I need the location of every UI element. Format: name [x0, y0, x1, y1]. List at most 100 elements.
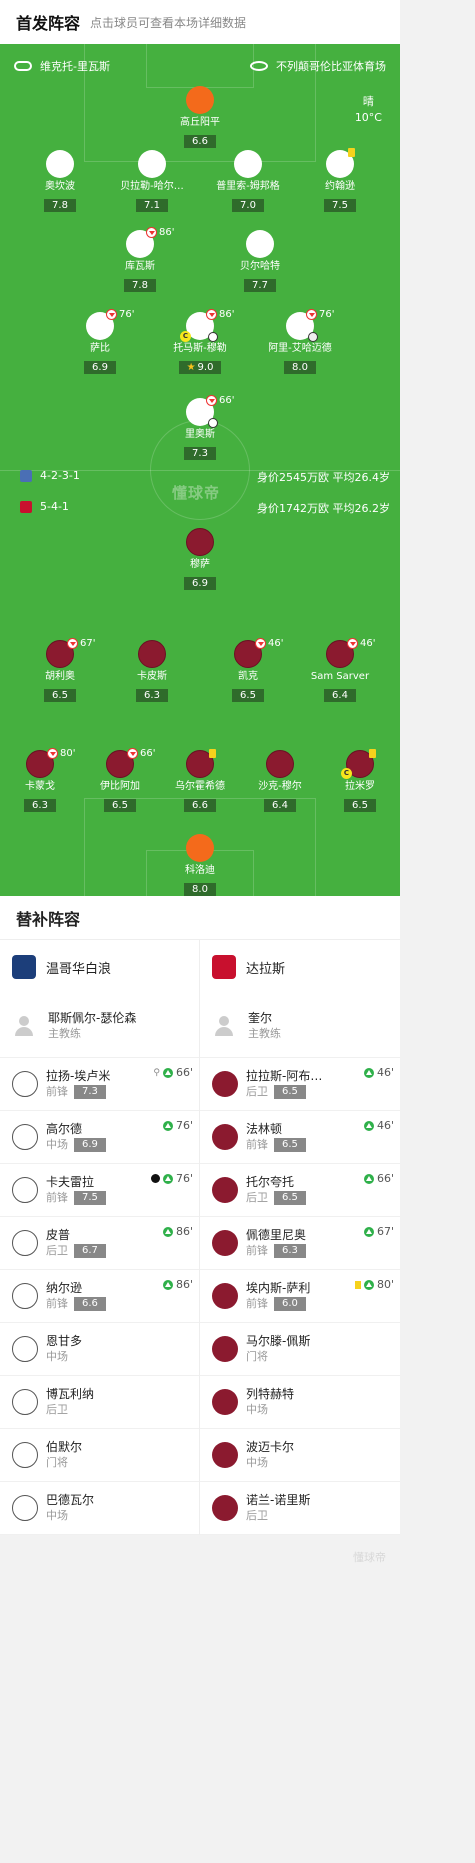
sub-event-badges: 86' — [162, 1225, 193, 1238]
away-sub-row[interactable]: 列特赫特 中场 — [200, 1376, 400, 1429]
player-name: 乌尔霍希德 — [175, 781, 225, 792]
sub-player-position: 前锋 — [46, 1191, 68, 1204]
player-kit-icon: C — [341, 749, 376, 779]
sub-in-minute: 76' — [175, 1119, 193, 1132]
home-player-2[interactable]: 奥坎波 7.8 — [15, 150, 105, 212]
away-player-4[interactable]: 46' 凯克 6.5 — [203, 638, 293, 702]
home-player-3[interactable]: 贝拉勒-哈尔… 7.1 — [107, 150, 197, 212]
home-sub-row[interactable]: 拉扬-埃卢米 前锋 7.3 ⚲ 66' — [0, 1058, 199, 1111]
away-player-5[interactable]: 46' Sam Sarver 6.4 — [295, 638, 385, 702]
home-player-10[interactable]: 76' 阿里-艾哈迈德 8.0 — [255, 309, 345, 374]
player-rating: 6.5 — [232, 689, 264, 702]
sub-player-position: 中场 — [46, 1350, 68, 1363]
away-crest-icon — [212, 955, 236, 979]
away-player-3[interactable]: 卡皮斯 6.3 — [107, 640, 197, 702]
sub-event-badges: 67' — [363, 1225, 394, 1238]
sub-out-badge: 86' — [206, 309, 234, 320]
sub-in-icon — [162, 1120, 173, 1131]
player-rating: 6.6 — [184, 799, 216, 812]
home-player-4[interactable]: 普里索-姆邦格 7.0 — [203, 150, 293, 212]
player-rating: 7.5 — [324, 199, 356, 212]
sub-player-name: 法林顿 — [246, 1122, 283, 1136]
away-player-8[interactable]: 乌尔霍希德 6.6 — [155, 749, 245, 812]
home-player-8[interactable]: 76' 萨比 6.9 — [55, 309, 145, 374]
sub-out-icon — [255, 638, 266, 649]
home-sub-row[interactable]: 高尔德 中场 6.9 76' — [0, 1111, 199, 1164]
home-player-7[interactable]: 贝尔哈特 7.7 — [215, 230, 305, 292]
sub-player-position: 前锋 — [246, 1138, 268, 1151]
home-sub-row[interactable]: 巴德瓦尔 中场 — [0, 1482, 199, 1535]
coach-avatar-icon — [212, 1014, 236, 1038]
away-sub-row[interactable]: 法林顿 前锋 6.5 46' — [200, 1111, 400, 1164]
away-sub-row[interactable]: 波迈卡尔 中场 — [200, 1429, 400, 1482]
home-sub-row[interactable]: 恩甘多 中场 — [0, 1323, 199, 1376]
pitch-watermark: 懂球帝 — [172, 484, 221, 502]
assist-icon — [308, 332, 318, 342]
away-sub-row[interactable]: 拉拉斯-阿布… 后卫 6.5 46' — [200, 1058, 400, 1111]
sub-out-icon — [146, 227, 157, 238]
player-kit-icon — [186, 749, 216, 778]
sub-in-minute: 80' — [376, 1278, 394, 1291]
player-rating: 6.3 — [24, 799, 56, 812]
sub-player-name: 博瓦利纳 — [46, 1387, 95, 1401]
home-player-9[interactable]: 86' C 托马斯-穆勒 ★ 9.0 — [155, 309, 245, 374]
pitch: 懂球帝 维克托-里瓦斯 不列颠哥伦比亚体育场 晴 10°C 4-2-3-1 身价… — [0, 44, 400, 896]
away-sub-row[interactable]: 诺兰-诺里斯 后卫 — [200, 1482, 400, 1535]
lineup-header: 首发阵容 点击球员可查看本场详细数据 — [0, 0, 400, 44]
home-sub-row[interactable]: 伯默尔 门将 — [0, 1429, 199, 1482]
away-player-6[interactable]: 80' 卡蒙戈 6.3 — [0, 748, 85, 812]
away-sub-row[interactable]: 佩德里尼奥 前锋 6.3 67' — [200, 1217, 400, 1270]
sub-player-position: 中场 — [46, 1138, 68, 1151]
sub-in-minute: 46' — [376, 1066, 394, 1079]
home-coach-row[interactable]: 耶斯佩尔-瑟伦森 主教练 — [0, 994, 199, 1058]
sub-player-name: 马尔滕-佩斯 — [246, 1334, 311, 1348]
sub-player-name: 佩德里尼奥 — [246, 1228, 307, 1242]
away-player-11[interactable]: 科洛迪 8.0 — [155, 834, 245, 896]
player-rating: 6.9 — [184, 577, 216, 590]
away-crest-icon — [20, 500, 32, 513]
sub-player-name: 托尔夸托 — [246, 1175, 295, 1189]
away-player-2[interactable]: 67' 胡利奥 6.5 — [15, 638, 105, 702]
home-sub-row[interactable]: 卡夫雷拉 前锋 7.5 76' — [0, 1164, 199, 1217]
home-sub-row[interactable]: 皮普 后卫 6.7 86' — [0, 1217, 199, 1270]
sub-player-info: 皮普 后卫 6.7 — [46, 1227, 106, 1259]
away-coach-row[interactable]: 奎尔 主教练 — [200, 994, 400, 1058]
away-player-1[interactable]: 穆萨 6.9 — [155, 528, 245, 590]
player-name: 伊比阿加 — [100, 781, 140, 792]
away-player-7[interactable]: 66' 伊比阿加 6.5 — [75, 748, 165, 812]
home-player-11[interactable]: 66' 里奥斯 7.3 — [155, 395, 245, 460]
sub-event-badges: 66' — [363, 1172, 394, 1185]
player-name: 里奥斯 — [185, 429, 215, 440]
sub-player-info: 高尔德 中场 6.9 — [46, 1121, 106, 1153]
sub-player-name: 诺兰-诺里斯 — [246, 1493, 311, 1507]
player-kit-icon: 46' — [326, 638, 375, 668]
home-sub-row[interactable]: 博瓦利纳 后卫 — [0, 1376, 199, 1429]
sub-player-position: 中场 — [46, 1509, 68, 1522]
player-name: 高丘阳平 — [180, 117, 220, 128]
sub-player-meta: 后卫 6.7 — [46, 1243, 106, 1259]
sub-player-meta: 前锋 6.3 — [246, 1243, 306, 1259]
away-sub-row[interactable]: 马尔滕-佩斯 门将 — [200, 1323, 400, 1376]
player-avatar-icon — [12, 1124, 38, 1150]
sub-out-badge: 80' — [47, 748, 75, 759]
sub-player-position: 后卫 — [246, 1509, 268, 1522]
away-player-9[interactable]: 沙克-穆尔 6.4 — [235, 750, 325, 812]
away-player-10[interactable]: C 拉米罗 6.5 — [315, 749, 400, 812]
stadium-info: 不列颠哥伦比亚体育场 — [250, 58, 386, 74]
home-player-1[interactable]: 高丘阳平 6.6 — [155, 86, 245, 148]
player-kit-icon — [234, 150, 262, 178]
player-kit-icon — [186, 528, 214, 556]
player-rating: 7.3 — [184, 447, 216, 460]
away-sub-row[interactable]: 托尔夸托 后卫 6.5 66' — [200, 1164, 400, 1217]
sub-player-position: 前锋 — [246, 1297, 268, 1310]
player-avatar-icon — [212, 1124, 238, 1150]
sub-out-badge: 86' — [146, 227, 174, 238]
home-sub-row[interactable]: 纳尔逊 前锋 6.6 86' — [0, 1270, 199, 1323]
mvp-star-icon: ★ — [186, 362, 196, 373]
home-player-5[interactable]: 约翰逊 7.5 — [295, 148, 385, 212]
home-player-6[interactable]: 86' 库瓦斯 7.8 — [95, 227, 185, 292]
away-sub-row[interactable]: 埃内斯-萨利 前锋 6.0 80' — [200, 1270, 400, 1323]
home-formation-text: 4-2-3-1 — [40, 469, 80, 482]
away-subs-column: 达拉斯 奎尔 主教练 拉拉斯-阿布… 后卫 6.5 46' 法林顿 前锋 6.5 46' 托尔夸… — [200, 940, 400, 1535]
sub-in-minute: 66' — [376, 1172, 394, 1185]
